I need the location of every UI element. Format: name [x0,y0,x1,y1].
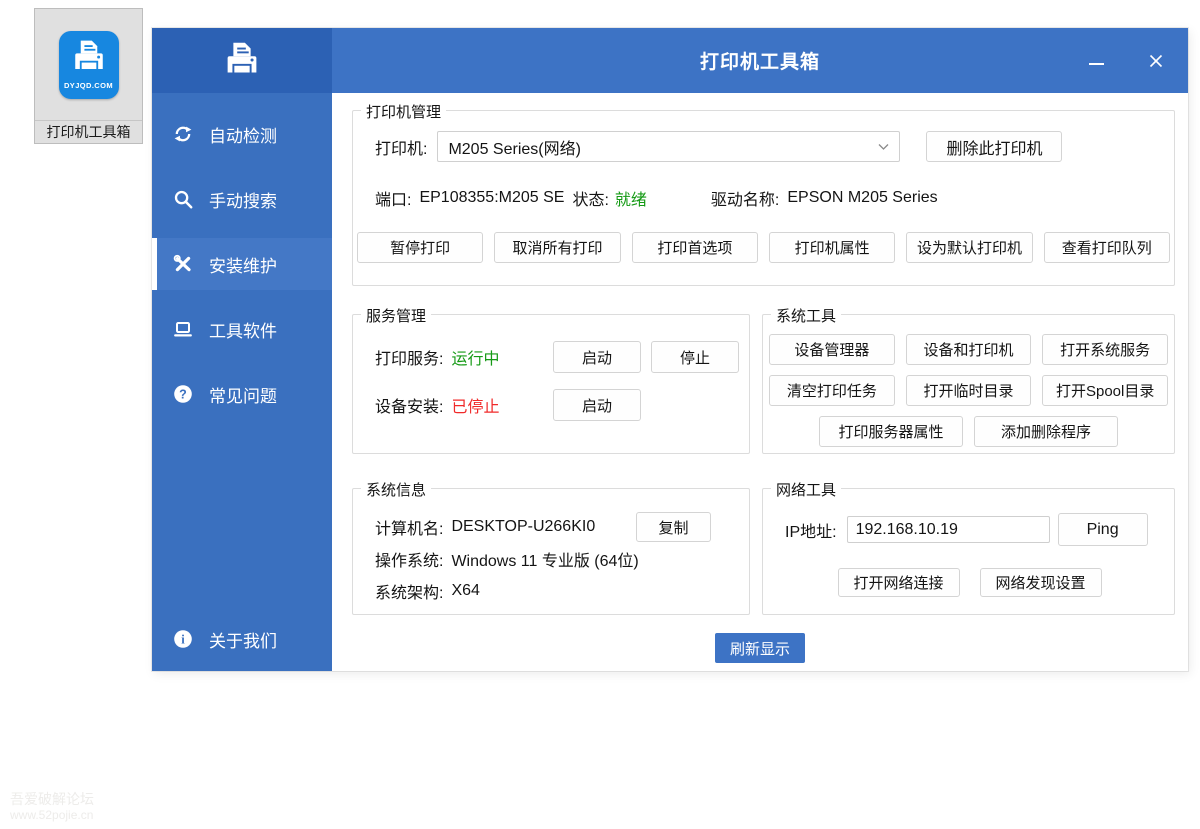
group-printer-management: 打印机管理 打印机: M205 Series(网络) 删除此打印机 端口: EP… [352,110,1175,286]
os-value: Windows 11 专业版 (64位) [451,547,638,571]
port-value: EP108355:M205 SE [419,189,564,207]
cancel-all-print-button[interactable]: 取消所有打印 [494,232,620,263]
computer-name-value: DESKTOP-U266KI0 [451,518,595,536]
status-label: 状态: [572,186,608,210]
delete-printer-button[interactable]: 删除此打印机 [926,131,1062,162]
printer-select[interactable]: M205 Series(网络) [437,131,900,162]
group-title: 网络工具 [771,479,841,500]
print-service-label: 打印服务: [375,345,443,369]
add-remove-programs-button[interactable]: 添加删除程序 [974,416,1118,447]
watermark-line2: www.52pojie.cn [10,808,94,823]
refresh-display-button[interactable]: 刷新显示 [715,633,805,663]
title-bar: 打印机工具箱 [332,28,1188,93]
sidebar-item-label: 手动搜索 [209,187,277,212]
content-area: 打印机管理 打印机: M205 Series(网络) 删除此打印机 端口: EP… [332,93,1188,671]
print-preferences-button[interactable]: 打印首选项 [632,232,758,263]
app-badge-text: DYJQD.COM [64,81,113,90]
group-service-management: 服务管理 打印服务: 运行中 启动 停止 设备安装: 已停止 启动 [352,314,750,454]
sidebar-item-auto-detect[interactable]: 自动检测 [152,108,332,160]
sidebar-item-tool-software[interactable]: 工具软件 [152,303,332,355]
close-button[interactable] [1136,28,1176,93]
sidebar-logo [152,28,332,93]
clear-print-jobs-button[interactable]: 清空打印任务 [769,375,895,406]
sidebar-item-label: 关于我们 [209,627,277,652]
print-service-status: 运行中 [451,345,499,369]
refresh-icon [172,123,194,145]
sidebar-item-label: 安装维护 [209,252,277,277]
group-system-info: 系统信息 计算机名: DESKTOP-U266KI0 复制 操作系统: Wind… [352,488,750,615]
group-title: 打印机管理 [361,101,446,122]
view-print-queue-button[interactable]: 查看打印队列 [1044,232,1170,263]
open-network-connections-button[interactable]: 打开网络连接 [838,568,960,597]
sidebar-item-manual-search[interactable]: 手动搜索 [152,173,332,225]
driver-label: 驱动名称: [711,186,779,210]
question-icon: ? [172,383,194,405]
group-title: 系统工具 [771,305,841,326]
print-service-start-button[interactable]: 启动 [553,341,641,373]
computer-name-label: 计算机名: [375,515,443,539]
sidebar-item-install-maintain[interactable]: 安装维护 [152,238,332,290]
printer-select-value: M205 Series(网络) [448,135,878,159]
print-server-properties-button[interactable]: 打印服务器属性 [819,416,963,447]
devices-and-printers-button[interactable]: 设备和打印机 [906,334,1032,365]
pause-print-button[interactable]: 暂停打印 [357,232,483,263]
window-title: 打印机工具箱 [700,47,820,74]
sidebar-item-about-us[interactable]: i 关于我们 [152,613,332,665]
printer-label: 打印机: [375,135,427,159]
status-value: 就绪 [615,186,647,210]
printer-icon [219,38,265,84]
device-manager-button[interactable]: 设备管理器 [769,334,895,365]
sidebar: 自动检测 手动搜索 [152,28,332,671]
search-icon [172,188,194,210]
port-label: 端口: [375,186,411,210]
network-discovery-settings-button[interactable]: 网络发现设置 [980,568,1102,597]
minimize-button[interactable] [1076,28,1116,93]
device-install-start-button[interactable]: 启动 [553,389,641,421]
minimize-icon [1089,63,1104,65]
device-install-label: 设备安装: [375,393,443,417]
svg-text:i: i [181,633,185,647]
ping-button[interactable]: Ping [1058,513,1148,546]
chevron-down-icon [878,143,889,151]
printer-properties-button[interactable]: 打印机属性 [769,232,895,263]
device-install-status: 已停止 [451,393,499,417]
laptop-icon [172,318,194,340]
open-system-services-button[interactable]: 打开系统服务 [1042,334,1168,365]
sidebar-item-label: 自动检测 [209,122,277,147]
open-temp-folder-button[interactable]: 打开临时目录 [906,375,1032,406]
shortcut-label: 打印机工具箱 [35,121,142,143]
arch-label: 系统架构: [375,579,443,603]
ip-address-input[interactable] [847,516,1050,543]
group-title: 服务管理 [361,305,431,326]
print-service-stop-button[interactable]: 停止 [651,341,739,373]
svg-text:?: ? [179,387,187,401]
driver-value: EPSON M205 Series [787,189,937,207]
watermark-line1: 吾爱破解论坛 [10,791,94,809]
tools-icon [172,253,194,275]
main-panel: 打印机工具箱 打印机管理 打印机: M205 Series(网络) [332,28,1188,671]
arch-value: X64 [451,582,479,600]
printer-icon [67,36,111,80]
sidebar-menu: 自动检测 手动搜索 [152,108,332,420]
sidebar-item-label: 工具软件 [209,317,277,342]
sidebar-item-faq[interactable]: ? 常见问题 [152,368,332,420]
set-default-printer-button[interactable]: 设为默认打印机 [906,232,1032,263]
group-network-tools: 网络工具 IP地址: Ping 打开网络连接 网络发现设置 [762,488,1175,615]
printer-app-icon: DYJQD.COM [59,31,119,99]
group-title: 系统信息 [361,479,431,500]
watermark: 吾爱破解论坛 www.52pojie.cn [10,791,94,824]
ip-label: IP地址: [785,518,837,542]
desktop-shortcut-printer-toolbox[interactable]: DYJQD.COM 打印机工具箱 [34,8,143,144]
shortcut-icon-area: DYJQD.COM [35,9,142,121]
open-spool-folder-button[interactable]: 打开Spool目录 [1042,375,1168,406]
group-system-tools: 系统工具 设备管理器 设备和打印机 打开系统服务 清空打印任务 打开临时目录 打… [762,314,1175,454]
copy-button[interactable]: 复制 [636,512,711,542]
sidebar-item-label: 常见问题 [209,382,277,407]
info-icon: i [172,628,194,650]
close-icon [1149,54,1163,68]
printer-toolbox-window: 自动检测 手动搜索 [152,28,1188,671]
os-label: 操作系统: [375,547,443,571]
